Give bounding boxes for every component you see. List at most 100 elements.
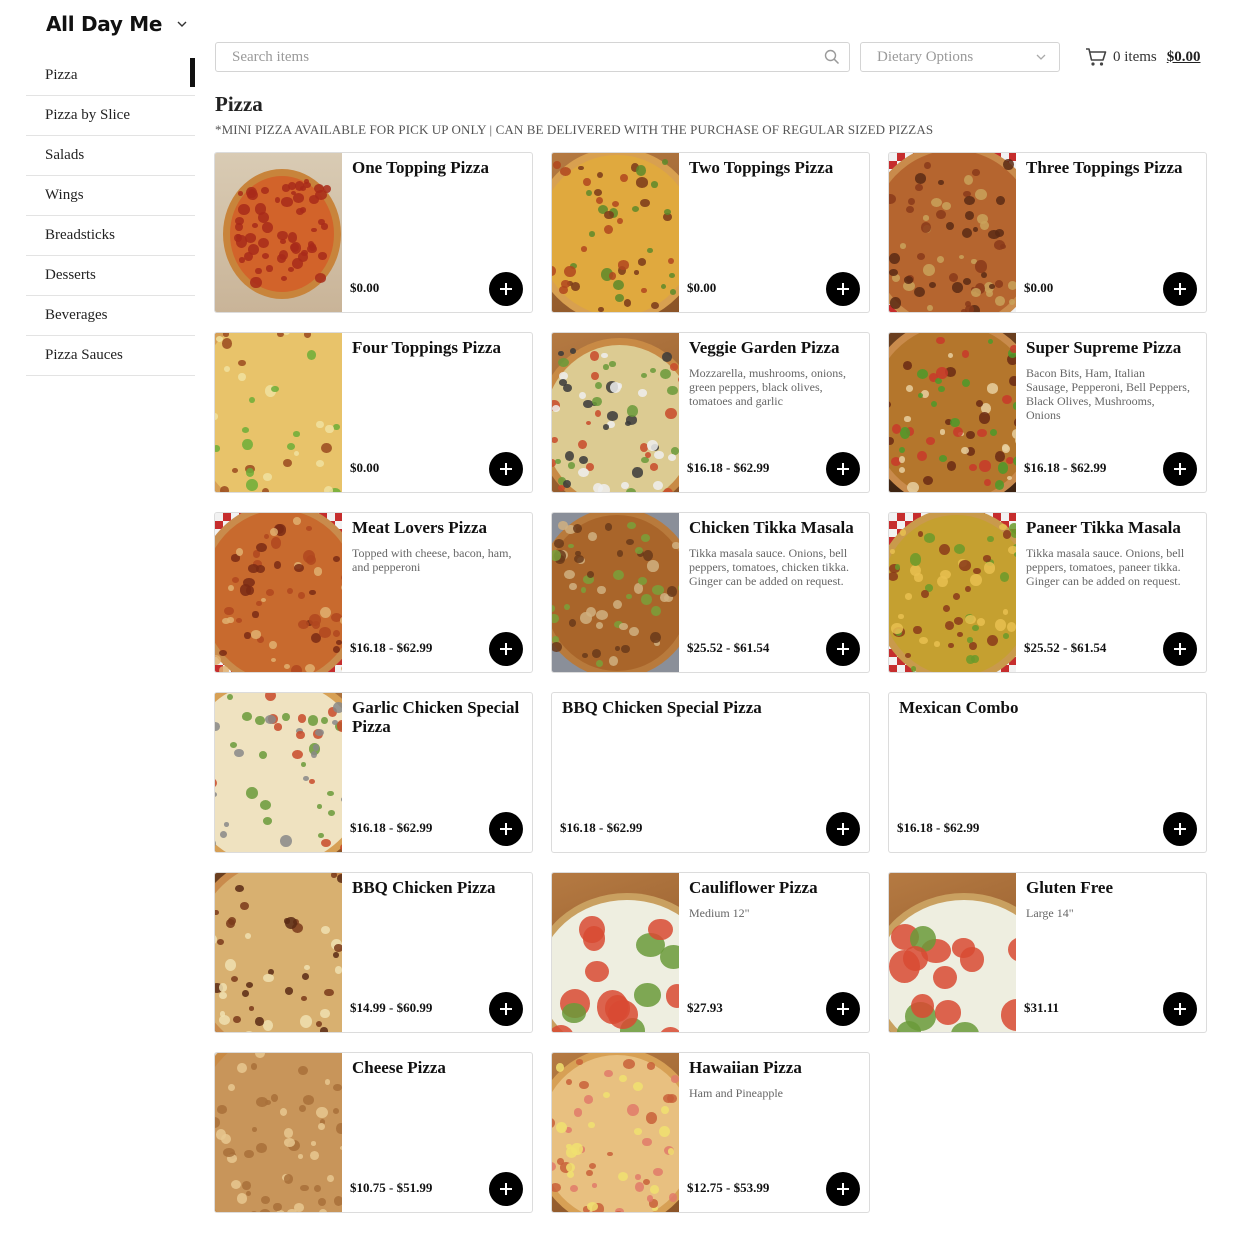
add-to-cart-button[interactable] xyxy=(826,1172,860,1206)
plus-icon xyxy=(1174,283,1186,295)
menu-item-description: Large 14" xyxy=(1026,906,1074,920)
sidebar-item-label: Pizza xyxy=(45,67,78,83)
pizza-photo xyxy=(215,333,342,492)
menu-item-description: Topped with cheese, bacon, ham, and pepp… xyxy=(352,546,512,574)
search-icon[interactable] xyxy=(824,49,840,65)
add-to-cart-button[interactable] xyxy=(1163,812,1197,846)
plus-icon xyxy=(837,283,849,295)
menu-item-card[interactable]: Garlic Chicken Special Pizza $16.18 - $62… xyxy=(214,692,533,853)
menu-item-name: Super Supreme Pizza xyxy=(1026,338,1182,357)
add-to-cart-button[interactable] xyxy=(489,272,523,306)
menu-item-name: Hawaiian Pizza xyxy=(689,1058,802,1077)
add-to-cart-button[interactable] xyxy=(826,632,860,666)
menu-item-price: $16.18 - $62.99 xyxy=(1024,460,1107,475)
menu-item-body: One Topping Pizza $0.00 xyxy=(342,153,532,312)
add-to-cart-button[interactable] xyxy=(489,992,523,1026)
pizza-photo xyxy=(215,873,342,1032)
sidebar-item-label: Beverages xyxy=(45,307,108,323)
menu-item-card[interactable]: Two Toppings Pizza $0.00 xyxy=(551,152,870,313)
menu-selector[interactable]: All Day Me xyxy=(46,12,188,36)
menu-item-body: Three Toppings Pizza $0.00 xyxy=(1016,153,1206,312)
menu-item-card[interactable]: Hawaiian Pizza Ham and Pineapple $12.75 - … xyxy=(551,1052,870,1213)
menu-item-name: Three Toppings Pizza xyxy=(1026,158,1183,177)
menu-item-body: Super Supreme Pizza Bacon Bits, Ham, Ital… xyxy=(1016,333,1206,492)
menu-item-price: $10.75 - $51.99 xyxy=(350,1180,433,1195)
add-to-cart-button[interactable] xyxy=(826,812,860,846)
plus-icon xyxy=(1174,643,1186,655)
menu-item-card[interactable]: One Topping Pizza $0.00 xyxy=(214,152,533,313)
pizza-photo xyxy=(889,873,1016,1032)
cart-button[interactable]: 0 items $0.00 xyxy=(1085,45,1201,69)
add-to-cart-button[interactable] xyxy=(489,1172,523,1206)
add-to-cart-button[interactable] xyxy=(1163,632,1197,666)
sidebar-item-label: Breadsticks xyxy=(45,227,115,243)
add-to-cart-button[interactable] xyxy=(1163,452,1197,486)
sidebar-item[interactable]: Pizza Sauces xyxy=(26,336,195,376)
menu-item-name: Cauliflower Pizza xyxy=(689,878,818,897)
sidebar-item[interactable]: Wings xyxy=(26,176,195,216)
menu-item-card[interactable]: Three Toppings Pizza $0.00 xyxy=(888,152,1207,313)
menu-item-price: $25.52 - $61.54 xyxy=(687,640,770,655)
menu-item-card[interactable]: Mexican Combo $16.18 - $62.99 xyxy=(888,692,1207,853)
menu-item-card[interactable]: BBQ Chicken Special Pizza $16.18 - $62.99 xyxy=(551,692,870,853)
dietary-options-select[interactable]: Dietary Options xyxy=(860,42,1060,72)
sidebar-item[interactable]: Beverages xyxy=(26,296,195,336)
menu-item-card[interactable]: Cheese Pizza $10.75 - $51.99 xyxy=(214,1052,533,1213)
add-to-cart-button[interactable] xyxy=(489,812,523,846)
menu-item-description: Medium 12" xyxy=(689,906,750,920)
add-to-cart-button[interactable] xyxy=(1163,272,1197,306)
menu-item-name: BBQ Chicken Pizza xyxy=(352,878,496,897)
menu-item-name: Two Toppings Pizza xyxy=(689,158,834,177)
search-input[interactable] xyxy=(216,43,824,71)
menu-item-price: $27.93 xyxy=(687,1000,723,1015)
menu-item-card[interactable]: Cauliflower Pizza Medium 12" $27.93 xyxy=(551,872,870,1033)
menu-item-body: Hawaiian Pizza Ham and Pineapple $12.75 - … xyxy=(679,1053,869,1212)
menu-item-card[interactable]: Paneer Tikka Masala Tikka masala sauce. O… xyxy=(888,512,1207,673)
plus-icon xyxy=(837,463,849,475)
sidebar-item-label: Pizza by Slice xyxy=(45,107,130,123)
plus-icon xyxy=(500,643,512,655)
menu-item-price: $31.11 xyxy=(1024,1000,1060,1015)
menu-item-name: Meat Lovers Pizza xyxy=(352,518,487,537)
menu-item-card[interactable]: Chicken Tikka Masala Tikka masala sauce. … xyxy=(551,512,870,673)
menu-item-description: Ham and Pineapple xyxy=(689,1086,783,1100)
menu-item-name: Mexican Combo xyxy=(899,698,1019,717)
menu-item-name: Cheese Pizza xyxy=(352,1058,446,1077)
sidebar-item[interactable]: Pizza by Slice xyxy=(26,96,195,136)
menu-item-price: $25.52 - $61.54 xyxy=(1024,640,1107,655)
sidebar-item[interactable]: Desserts xyxy=(26,256,195,296)
add-to-cart-button[interactable] xyxy=(489,632,523,666)
menu-item-card[interactable]: Veggie Garden Pizza Mozzarella, mushrooms… xyxy=(551,332,870,493)
plus-icon xyxy=(500,283,512,295)
add-to-cart-button[interactable] xyxy=(489,452,523,486)
add-to-cart-button[interactable] xyxy=(826,992,860,1026)
add-to-cart-button[interactable] xyxy=(1163,992,1197,1026)
menu-item-card[interactable]: Gluten Free Large 14" $31.11 xyxy=(888,872,1207,1033)
sidebar-item-label: Desserts xyxy=(45,267,96,283)
menu-item-body: Chicken Tikka Masala Tikka masala sauce. … xyxy=(679,513,869,672)
pizza-photo xyxy=(889,153,1016,312)
menu-item-name: Paneer Tikka Masala xyxy=(1026,518,1181,537)
sidebar-item[interactable]: Pizza xyxy=(26,56,195,96)
menu-item-name: Gluten Free xyxy=(1026,878,1114,897)
category-sidebar: Pizza Pizza by Slice Salads Wings Breadstick… xyxy=(26,56,195,376)
menu-item-price: $0.00 xyxy=(687,280,717,295)
add-to-cart-button[interactable] xyxy=(826,452,860,486)
cart-icon xyxy=(1086,48,1107,66)
menu-item-card[interactable]: Meat Lovers Pizza Topped with cheese, bac… xyxy=(214,512,533,673)
sidebar-item-label: Salads xyxy=(45,147,85,163)
sidebar-item-label: Pizza Sauces xyxy=(45,347,123,363)
pizza-photo xyxy=(552,1053,679,1212)
chevron-down-icon xyxy=(177,21,187,27)
menu-item-grid: One Topping Pizza $0.00 Two Toppings Pizza… xyxy=(214,152,1207,1213)
menu-item-price: $14.99 - $60.99 xyxy=(350,1000,433,1015)
menu-item-card[interactable]: Super Supreme Pizza Bacon Bits, Ham, Ital… xyxy=(888,332,1207,493)
menu-item-card[interactable]: Four Toppings Pizza $0.00 xyxy=(214,332,533,493)
pizza-photo xyxy=(552,153,679,312)
menu-item-body: Gluten Free Large 14" $31.11 xyxy=(1016,873,1206,1032)
sidebar-item[interactable]: Breadsticks xyxy=(26,216,195,256)
menu-item-card[interactable]: BBQ Chicken Pizza $14.99 - $60.99 xyxy=(214,872,533,1033)
add-to-cart-button[interactable] xyxy=(826,272,860,306)
sidebar-item[interactable]: Salads xyxy=(26,136,195,176)
menu-item-price: $16.18 - $62.99 xyxy=(687,460,770,475)
